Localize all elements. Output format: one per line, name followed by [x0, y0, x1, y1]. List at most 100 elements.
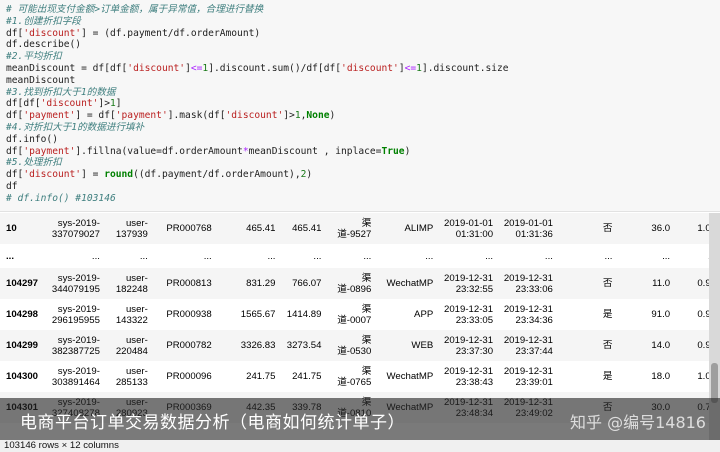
watermark: 知乎 @编号14816	[570, 413, 706, 432]
cell-text: 否	[602, 223, 613, 234]
table-cell: 18.0	[616, 361, 675, 392]
code-line: df	[6, 181, 720, 193]
table-cell: user- 220484	[103, 330, 152, 361]
table-cell: 否	[556, 268, 617, 299]
cell-text: PR000782	[166, 340, 212, 351]
code-cell[interactable]: # 可能出现支付金额>订单金额，属于异常值，合理进行替换 #1.创建折扣字段 df[…	[0, 0, 720, 212]
cell-text: 道-0765	[337, 376, 372, 388]
cell-text: ...	[91, 250, 100, 262]
table-cell: ...	[45, 244, 104, 268]
cell-text: ...	[313, 250, 322, 262]
table-cell: 766.07	[279, 268, 326, 299]
cell-text: 2019-12-31	[503, 272, 553, 284]
cell-text: 23:32:55	[455, 283, 494, 295]
code-token: ].discount.size	[421, 62, 509, 74]
cell-text: 382387725	[51, 345, 100, 357]
cell-text: user-	[125, 217, 148, 229]
table-cell: 3273.54	[279, 330, 326, 361]
code-token: round	[104, 169, 134, 181]
code-token: #5.处理折扣	[6, 157, 62, 169]
cell-text: user-	[125, 365, 148, 377]
cell-text: user-	[125, 303, 148, 315]
cell-text: ...	[425, 250, 434, 262]
table-cell: 831.29	[215, 268, 280, 299]
code-token: df	[6, 180, 18, 192]
table-cell: APP	[375, 299, 438, 330]
dataframe-shape: 103146 rows × 12 columns	[4, 440, 119, 451]
cell-text: ...	[544, 250, 553, 262]
code-line: df['payment'].fillna(value=df.orderAmoun…	[6, 146, 720, 158]
code-token: #1.创建折扣字段	[6, 15, 81, 27]
cell-text: ...	[267, 250, 276, 262]
cell-text: 2019-12-31	[444, 334, 494, 346]
code-token: meanDiscount	[6, 74, 76, 86]
code-token: # df.info() #103146	[6, 192, 116, 204]
code-token: 'discount'	[23, 169, 82, 181]
cell-text: 23:34:36	[515, 314, 553, 326]
code-token: meanDiscount = df[df[	[6, 62, 128, 74]
table-cell: 241.75	[215, 361, 280, 392]
table-cell: 2019-12-31 23:33:06	[497, 268, 557, 299]
cell-text: 渠	[361, 334, 372, 346]
cell-text: 2019-12-31	[444, 365, 494, 377]
output-footer: 103146 rows × 12 columns	[0, 440, 720, 452]
code-line: df['payment'] = df['payment'].mask(df['d…	[6, 110, 720, 122]
table-row: 104298 sys-2019- 296195955 user- 143322 PR000…	[0, 299, 720, 330]
article-title: 电商平台订单交易数据分析（电商如何统计单子）	[20, 413, 405, 433]
cell-text: 241.75	[246, 371, 276, 382]
cell-text: 104300	[6, 371, 39, 382]
cell-text: 91.0	[651, 309, 671, 320]
cell-text: sys-2019-	[57, 303, 100, 315]
table-cell: 是	[556, 299, 617, 330]
code-line: df.describe()	[6, 39, 720, 51]
cell-text: 23:39:01	[515, 376, 553, 388]
cell-text: 否	[602, 340, 613, 351]
table-cell: sys-2019- 344079195	[45, 268, 104, 299]
cell-text: sys-2019-	[57, 334, 100, 346]
cell-text: 303891464	[51, 376, 100, 388]
table-cell: 2019-12-31 23:37:30	[437, 330, 498, 361]
cell-text: 01:31:36	[515, 228, 553, 240]
cell-text: 465.41	[246, 223, 276, 234]
code-line: #1.创建折扣字段	[6, 16, 720, 28]
code-line: df[df['discount']>1]	[6, 98, 720, 110]
cell-text: 3273.54	[286, 340, 322, 351]
cell-text: 01:31:00	[455, 228, 494, 240]
code-token: 'payment'	[23, 145, 76, 157]
table-cell: 11.0	[616, 268, 675, 299]
table-cell: user- 285133	[103, 361, 152, 392]
cell-text: WechatMP	[386, 371, 434, 382]
cell-text: 831.29	[246, 278, 276, 289]
cell-text: 182248	[115, 283, 148, 295]
code-token: None	[306, 110, 330, 122]
cell-text: ...	[363, 250, 372, 262]
scrollbar-thumb[interactable]	[711, 363, 718, 403]
table-cell: 是	[556, 361, 617, 392]
table-cell: PR000782	[151, 330, 216, 361]
code-token: df[	[6, 169, 24, 181]
cell-text: 道-0896	[337, 283, 372, 295]
table-cell: ...	[325, 244, 376, 268]
code-token: meanDiscount , inplace=	[248, 145, 382, 157]
row-index: 10	[0, 213, 46, 244]
code-token: #2.平均折扣	[6, 51, 62, 63]
cell-text: 2019-01-01	[444, 217, 494, 229]
cell-text: ...	[139, 250, 148, 262]
table-cell: 2019-12-31 23:34:36	[497, 299, 557, 330]
cell-text: 2019-12-31	[444, 303, 494, 315]
code-token: df[	[6, 110, 24, 122]
table-cell: 否	[556, 213, 617, 244]
cell-text: ...	[203, 250, 212, 262]
code-token: ].fillna(value=df.orderAmount	[75, 145, 243, 157]
table-cell: 2019-01-01 01:31:00	[437, 213, 498, 244]
cell-text: 220484	[115, 345, 148, 357]
cell-text: 道-0007	[337, 314, 372, 326]
table-cell: 2019-01-01 01:31:36	[497, 213, 557, 244]
table-cell: PR000813	[151, 268, 216, 299]
code-token: ]>	[98, 98, 110, 110]
cell-text: sys-2019-	[57, 272, 100, 284]
row-index: 104300	[0, 361, 46, 392]
cell-text: 23:33:05	[455, 314, 494, 326]
cell-text: ...	[662, 250, 671, 262]
cell-text: 否	[602, 278, 613, 289]
